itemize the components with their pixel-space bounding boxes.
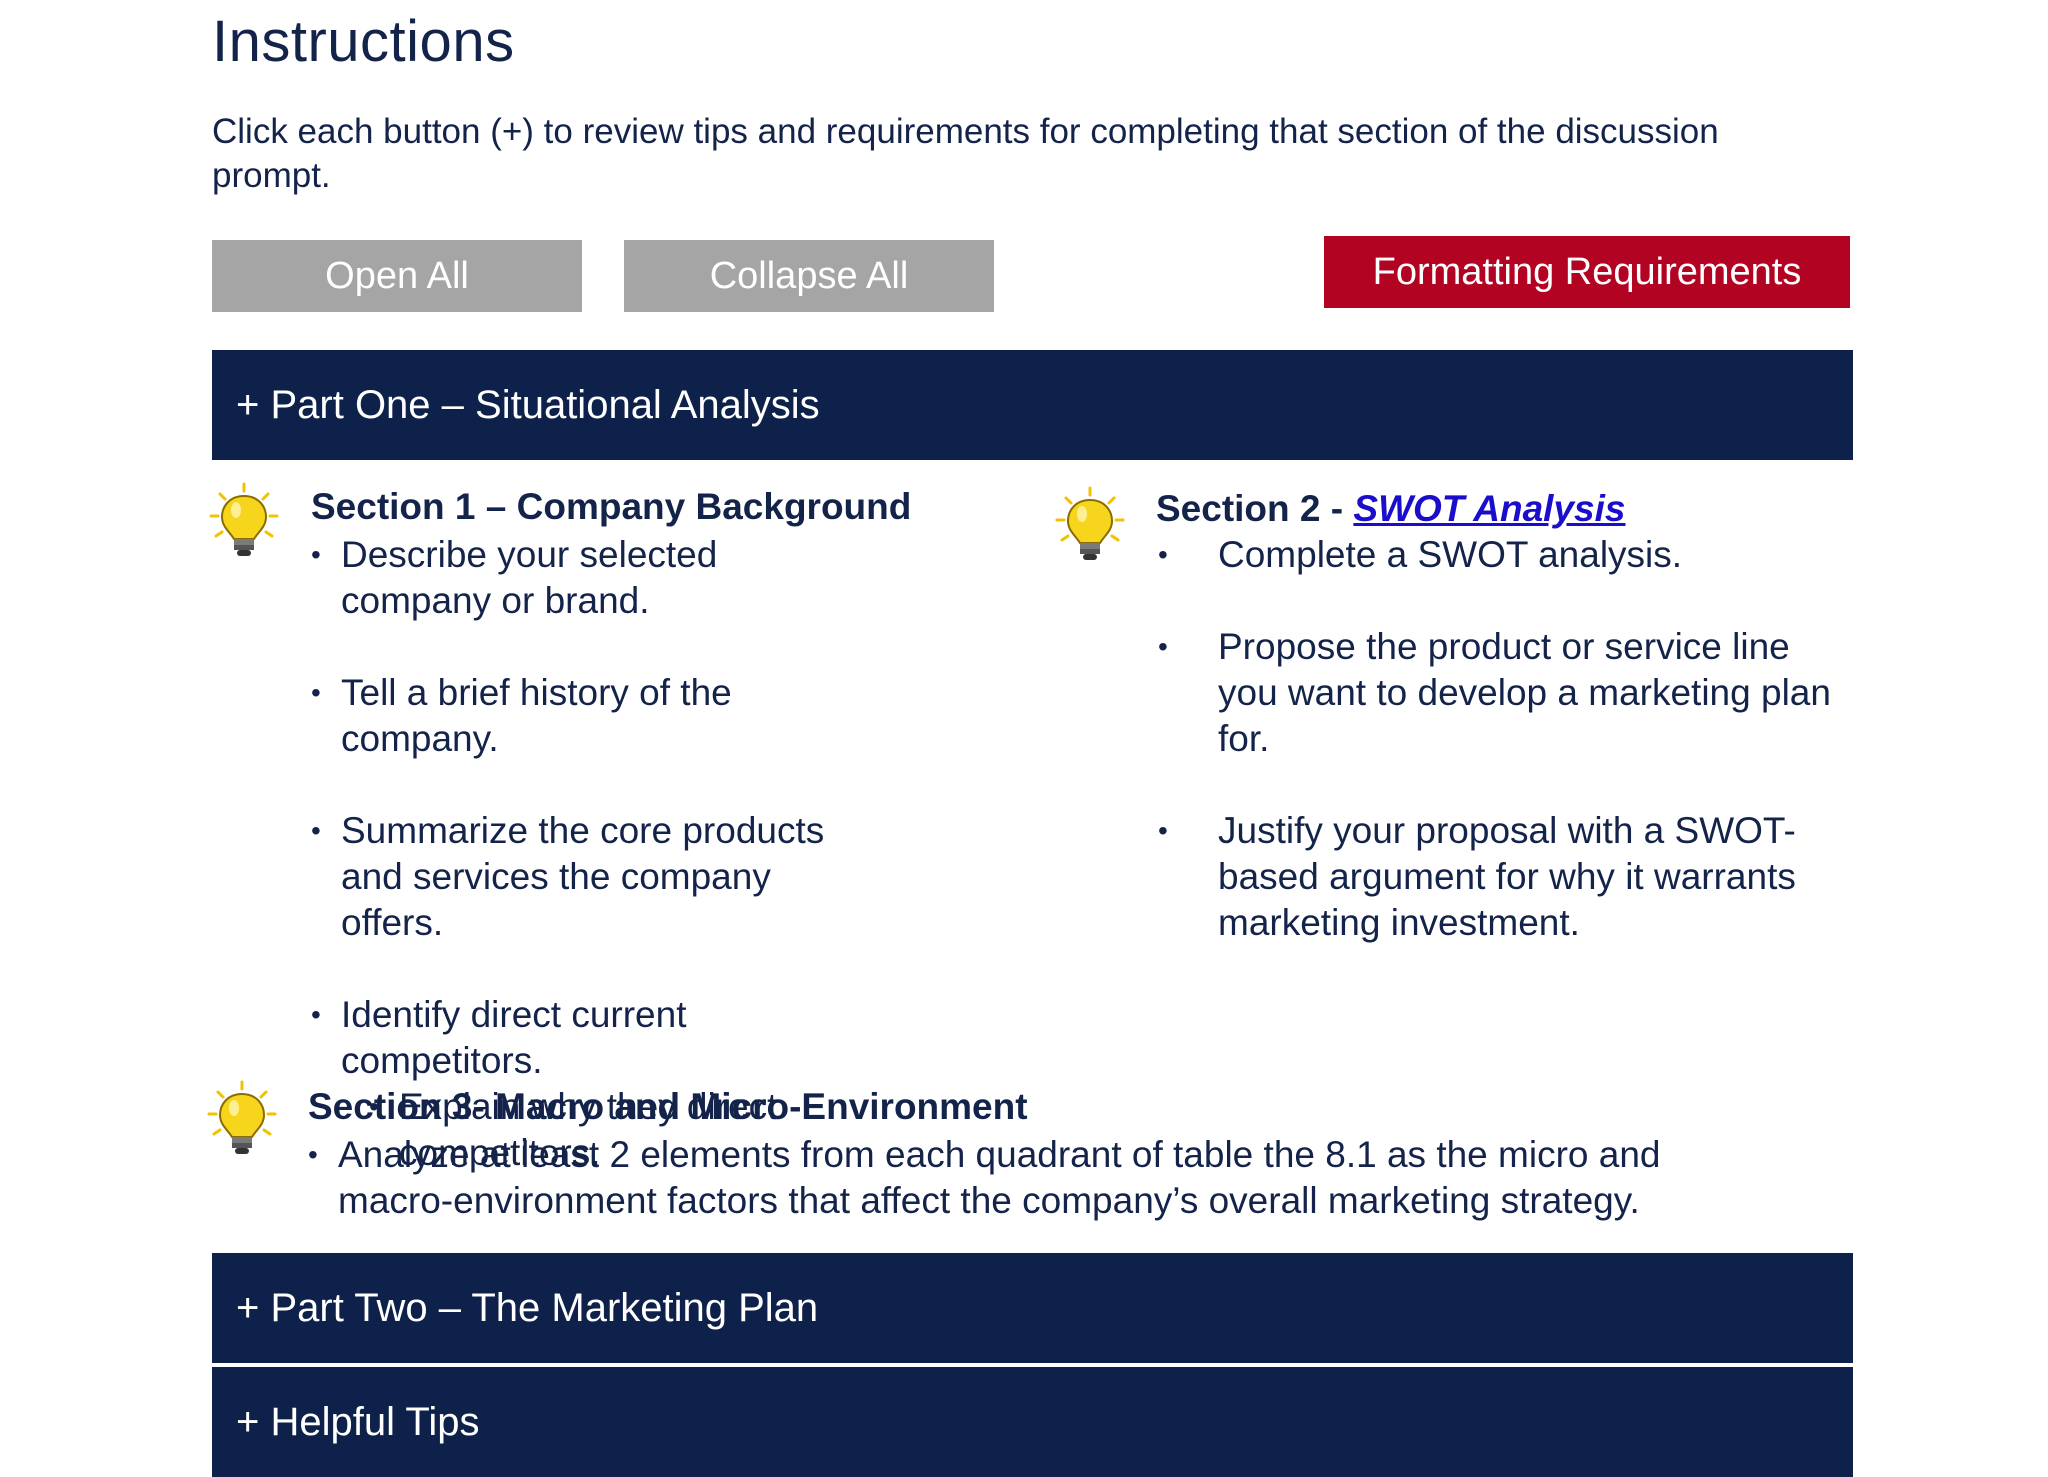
lightbulb-icon	[209, 482, 279, 556]
accordion-helpful-tips[interactable]: + Helpful Tips	[212, 1367, 1853, 1477]
section-1-heading: Section 1 – Company Background	[311, 486, 912, 527]
page-title: Instructions	[212, 9, 515, 74]
lightbulb-icon	[1055, 486, 1125, 560]
section-2-heading: Section 2 - SWOT Analysis	[1156, 488, 1626, 529]
section-3-list: • Analyze at least 2 elements from each q…	[308, 1132, 1748, 1224]
section-1-list: • Describe your selected company or brand…	[311, 532, 871, 1176]
accordion-part-two[interactable]: + Part Two – The Marketing Plan	[212, 1253, 1853, 1363]
swot-analysis-link[interactable]: SWOT Analysis	[1353, 488, 1625, 529]
lightbulb-icon	[207, 1080, 277, 1154]
open-all-button[interactable]: Open All	[212, 240, 582, 312]
list-item: • Complete a SWOT analysis.	[1158, 534, 1683, 575]
list-item: • Identify direct current competitors.	[311, 994, 687, 1081]
list-item: • Summarize the core products and service…	[311, 810, 825, 943]
section-2-list: • Complete a SWOT analysis. • Propose the …	[1156, 532, 1856, 946]
list-item: • Propose the product or service line you…	[1158, 626, 1831, 759]
list-item: • Tell a brief history of the company.	[311, 672, 732, 759]
formatting-requirements-button[interactable]: Formatting Requirements	[1324, 236, 1850, 308]
list-item: • Describe your selected company or brand…	[311, 534, 718, 621]
collapse-all-button[interactable]: Collapse All	[624, 240, 994, 312]
section-3-heading: Section 3- Macro and Micro-Environment	[308, 1086, 1028, 1127]
list-item: • Justify your proposal with a SWOT-based…	[1158, 810, 1796, 943]
accordion-part-one[interactable]: + Part One – Situational Analysis	[212, 350, 1853, 460]
intro-text: Click each button (+) to review tips and…	[212, 112, 1719, 195]
list-item: • Analyze at least 2 elements from each q…	[308, 1134, 1661, 1221]
